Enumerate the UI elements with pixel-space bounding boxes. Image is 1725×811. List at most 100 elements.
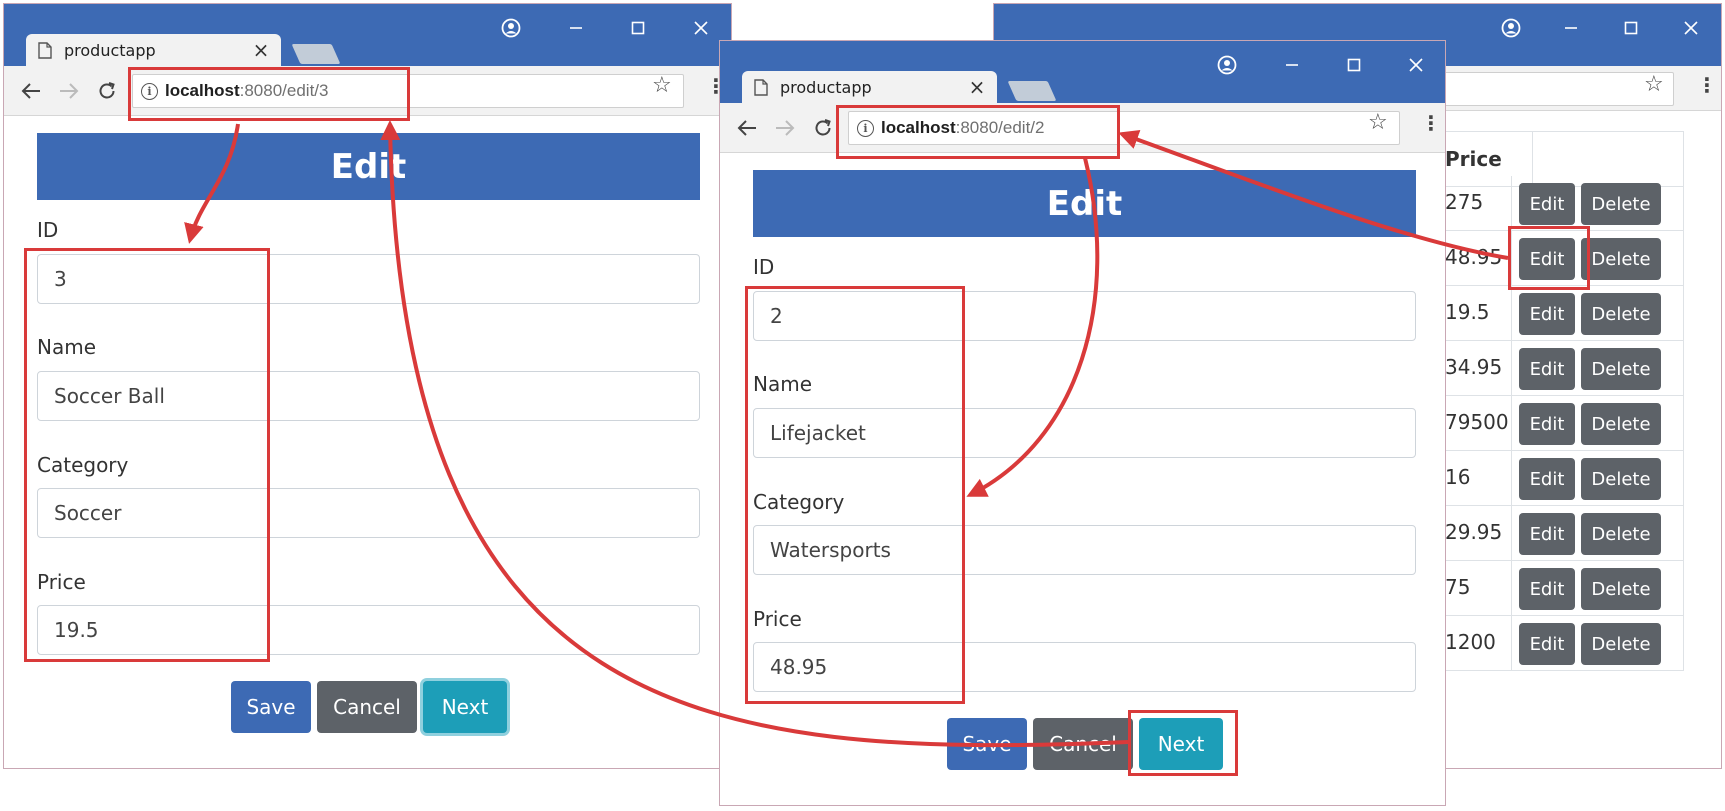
forward-arrow-icon[interactable] <box>770 113 800 143</box>
address-bar[interactable]: i localhost:8080/edit/2 <box>848 111 1400 145</box>
minimize-icon[interactable] <box>1544 4 1598 52</box>
table-row: 1200 Edit Delete <box>1444 616 1684 671</box>
price-cell: 1200 <box>1445 630 1496 654</box>
tab-title: productapp <box>780 77 872 97</box>
cell-divider <box>1511 176 1512 231</box>
save-button[interactable]: Save <box>947 718 1027 770</box>
cancel-button[interactable]: Cancel <box>317 681 417 733</box>
cell-divider <box>1511 341 1512 396</box>
cell-divider <box>1511 231 1512 286</box>
next-button[interactable]: Next <box>1139 718 1223 770</box>
delete-button[interactable]: Delete <box>1581 403 1661 445</box>
browser-window-edit-2: productapp × i localhost:8080/edit/2 ☆ … <box>719 40 1446 806</box>
table-row: 48.95 Edit Delete <box>1444 231 1684 286</box>
price-cell: 79500 <box>1445 410 1509 434</box>
edit-button[interactable]: Edit <box>1519 183 1575 225</box>
name-label: Name <box>37 335 97 359</box>
cancel-button[interactable]: Cancel <box>1033 718 1133 770</box>
price-field[interactable] <box>753 642 1416 692</box>
minimize-icon[interactable] <box>549 4 603 52</box>
page-icon <box>38 41 52 59</box>
info-icon[interactable]: i <box>141 82 158 100</box>
price-cell: 29.95 <box>1445 520 1503 544</box>
forward-arrow-icon[interactable] <box>54 76 84 106</box>
account-icon[interactable] <box>484 4 538 52</box>
menu-icon[interactable]: ⋮ <box>1421 113 1441 133</box>
tab-close-icon[interactable]: × <box>965 77 989 97</box>
browser-tab[interactable]: productapp × <box>742 71 997 103</box>
address-bar[interactable]: i localhost:8080/edit/3 <box>132 74 684 108</box>
delete-button[interactable]: Delete <box>1581 513 1661 555</box>
browser-toolbar: i localhost:8080/edit/3 ☆ ⋮ <box>4 66 731 116</box>
edit-button[interactable]: Edit <box>1519 458 1575 500</box>
menu-icon[interactable]: ⋮ <box>1697 75 1717 95</box>
edit-button[interactable]: Edit <box>1519 568 1575 610</box>
cell-divider <box>1511 561 1512 616</box>
id-label: ID <box>753 255 775 279</box>
price-field[interactable] <box>37 605 700 655</box>
info-icon[interactable]: i <box>857 119 874 137</box>
cell-divider <box>1511 396 1512 451</box>
price-cell: 34.95 <box>1445 355 1503 379</box>
save-button[interactable]: Save <box>231 681 311 733</box>
price-cell: 19.5 <box>1445 300 1490 324</box>
edit-button[interactable]: Edit <box>1519 623 1575 665</box>
edit-button[interactable]: Edit <box>1519 348 1575 390</box>
name-field[interactable] <box>753 408 1416 458</box>
url-path: :8080/edit/2 <box>955 118 1045 137</box>
back-arrow-icon[interactable] <box>16 76 46 106</box>
table-row: 19.5 Edit Delete <box>1444 286 1684 341</box>
bookmark-star-icon[interactable]: ☆ <box>1368 110 1388 135</box>
name-label: Name <box>753 372 813 396</box>
delete-button[interactable]: Delete <box>1581 458 1661 500</box>
bookmark-star-icon[interactable]: ☆ <box>652 73 672 98</box>
category-field[interactable] <box>753 525 1416 575</box>
delete-button[interactable]: Delete <box>1581 183 1661 225</box>
id-field[interactable] <box>37 254 700 304</box>
account-icon[interactable] <box>1484 4 1538 52</box>
minimize-icon[interactable] <box>1265 41 1319 89</box>
next-button[interactable]: Next <box>423 681 507 733</box>
reload-icon[interactable] <box>92 76 122 106</box>
cell-divider <box>1511 286 1512 341</box>
maximize-icon[interactable] <box>1327 41 1381 89</box>
delete-button[interactable]: Delete <box>1581 348 1661 390</box>
cell-divider <box>1511 451 1512 506</box>
delete-button[interactable]: Delete <box>1581 568 1661 610</box>
table-row: 29.95 Edit Delete <box>1444 506 1684 561</box>
name-field[interactable] <box>37 371 700 421</box>
tab-close-icon[interactable]: × <box>249 40 273 60</box>
browser-tab[interactable]: productapp × <box>26 34 281 66</box>
delete-button[interactable]: Delete <box>1581 623 1661 665</box>
page-icon <box>754 78 768 96</box>
account-icon[interactable] <box>1200 41 1254 89</box>
page-title: Edit <box>753 170 1416 237</box>
delete-button[interactable]: Delete <box>1581 238 1661 280</box>
price-cell: 275 <box>1445 190 1484 214</box>
title-bar: productapp × <box>720 41 1445 103</box>
new-tab-button[interactable] <box>1007 81 1057 101</box>
maximize-icon[interactable] <box>1604 4 1658 52</box>
tab-title: productapp <box>64 40 156 60</box>
bookmark-star-icon[interactable]: ☆ <box>1644 72 1664 97</box>
new-tab-button[interactable] <box>291 44 341 64</box>
edit-button[interactable]: Edit <box>1519 403 1575 445</box>
maximize-icon[interactable] <box>611 4 665 52</box>
url-host: localhost <box>165 81 240 100</box>
cell-divider <box>1511 616 1512 671</box>
delete-button[interactable]: Delete <box>1581 293 1661 335</box>
id-label: ID <box>37 218 59 242</box>
close-icon[interactable] <box>1664 4 1718 52</box>
category-field[interactable] <box>37 488 700 538</box>
back-arrow-icon[interactable] <box>732 113 762 143</box>
page-content: Edit ID Name Category Price Save Cancel … <box>720 154 1445 805</box>
url-host: localhost <box>881 118 956 137</box>
page-title: Edit <box>37 133 700 200</box>
reload-icon[interactable] <box>808 113 838 143</box>
edit-button[interactable]: Edit <box>1519 293 1575 335</box>
edit-button[interactable]: Edit <box>1519 238 1575 280</box>
edit-button[interactable]: Edit <box>1519 513 1575 555</box>
close-icon[interactable] <box>1389 41 1443 89</box>
category-label: Category <box>753 490 845 514</box>
id-field[interactable] <box>753 291 1416 341</box>
